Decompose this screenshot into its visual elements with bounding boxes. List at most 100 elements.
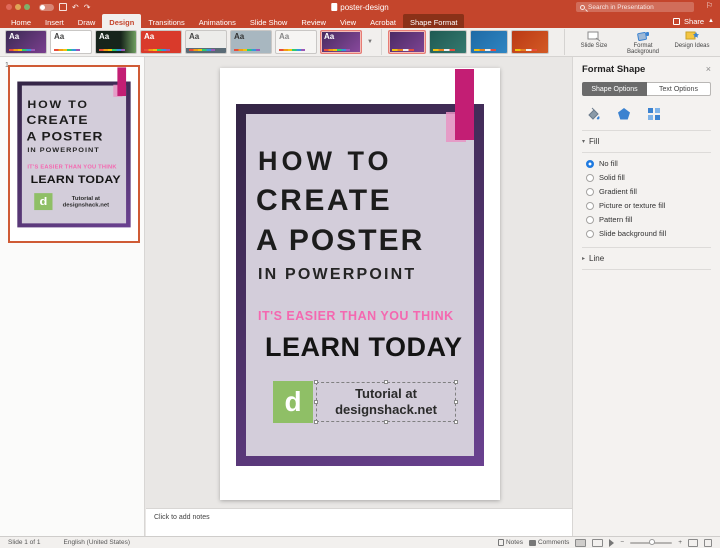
tab-shape-format[interactable]: Shape Format [403, 14, 465, 28]
zoom-in-button[interactable]: + [678, 539, 682, 546]
autosave-toggle[interactable] [39, 4, 54, 11]
selection-handle[interactable] [314, 420, 318, 424]
theme-gallery-dropdown-icon[interactable]: ▼ [365, 30, 375, 54]
theme-thumbnail-6[interactable]: Aa [230, 30, 272, 54]
poster-tagline: IT'S EASIER THAN YOU THINK [27, 164, 116, 170]
tab-view[interactable]: View [333, 14, 363, 28]
line-section-header[interactable]: ▸ Line [582, 248, 711, 270]
fit-slide-to-window-button[interactable] [688, 539, 698, 547]
variant-thumbnail-teal[interactable] [429, 30, 467, 54]
undo-icon[interactable]: ↶ [72, 3, 79, 12]
tab-review[interactable]: Review [294, 14, 333, 28]
variant-thumbnail-blue[interactable] [470, 30, 508, 54]
tab-shape-options[interactable]: Shape Options [582, 82, 647, 96]
share-button[interactable]: Share ▲ [673, 14, 716, 28]
slide-size-button[interactable]: Slide Size [571, 29, 617, 50]
tab-home[interactable]: Home [4, 14, 38, 28]
tab-insert[interactable]: Insert [38, 14, 71, 28]
design-ideas-button[interactable]: Design Ideas [669, 29, 715, 50]
theme-palette-dots [99, 49, 125, 51]
theme-thumbnail-4[interactable]: Aa [140, 30, 182, 54]
variant-palette-dots [474, 49, 496, 51]
format-background-button[interactable]: Format Background [620, 29, 666, 56]
slide-1-thumbnail[interactable]: HOW TO CREATE A POSTER IN POWERPOINT IT'… [8, 65, 140, 243]
selection-handle[interactable] [384, 380, 388, 384]
comments-toggle-button[interactable]: Comments [529, 539, 569, 546]
radio-solid-fill[interactable]: Solid fill [586, 173, 711, 182]
selection-handle[interactable] [314, 400, 318, 404]
radio-icon [586, 174, 594, 182]
poster-title-line3[interactable]: A POSTER [256, 224, 424, 258]
radio-picture-texture-fill[interactable]: Picture or texture fill [586, 201, 711, 210]
minimize-window-button[interactable] [15, 4, 21, 10]
selection-handle[interactable] [454, 420, 458, 424]
window-controls [6, 4, 30, 10]
search-placeholder: Search in Presentation [588, 4, 654, 11]
close-window-button[interactable] [6, 4, 12, 10]
notes-toggle-button[interactable]: Notes [498, 539, 523, 546]
slide-info: Slide 1 of 1 [8, 539, 41, 546]
poster-title-line2[interactable]: CREATE [256, 184, 392, 218]
poster-tagline[interactable]: IT'S EASIER THAN YOU THINK [258, 309, 454, 323]
poster-title-line1[interactable]: HOW TO [258, 146, 393, 177]
tab-slide-show[interactable]: Slide Show [243, 14, 295, 28]
tab-acrobat[interactable]: Acrobat [363, 14, 403, 28]
search-input[interactable]: Search in Presentation [576, 2, 694, 12]
designshack-logo: d [34, 193, 52, 210]
theme-thumbnail-selected[interactable]: Aa [320, 30, 362, 54]
theme-thumbnail-7[interactable]: Aa [275, 30, 317, 54]
close-panel-icon[interactable]: × [706, 65, 711, 74]
notifications-icon[interactable]: ⚐ [706, 1, 713, 10]
theme-palette-dots [9, 49, 35, 51]
designshack-logo[interactable]: d [273, 381, 313, 423]
format-panel-icon-row [582, 105, 711, 131]
zoom-slider[interactable] [630, 542, 672, 544]
ribbon-tape-dark [117, 67, 126, 96]
poster-cta[interactable]: LEARN TODAY [265, 332, 463, 363]
poster-title-line4[interactable]: IN POWERPOINT [258, 266, 416, 284]
selection-handle[interactable] [454, 380, 458, 384]
slide-editing-surface[interactable]: HOW TO CREATE A POSTER IN POWERPOINT IT'… [220, 68, 500, 500]
theme-thumbnail-5[interactable]: Aa [185, 30, 227, 54]
ribbon-tape-dark-shape[interactable] [455, 69, 474, 140]
zoom-out-button[interactable]: − [620, 539, 624, 546]
radio-slide-background-fill[interactable]: Slide background fill [586, 229, 711, 238]
titlebar: ↶ ↷ poster-design Search in Presentation… [0, 0, 720, 14]
save-icon[interactable] [59, 3, 67, 11]
tab-animations[interactable]: Animations [192, 14, 243, 28]
tab-design[interactable]: Design [102, 14, 141, 28]
tab-transitions[interactable]: Transitions [141, 14, 191, 28]
variant-thumbnail-orange[interactable] [511, 30, 549, 54]
design-ideas-label: Design Ideas [674, 43, 709, 50]
variant-thumbnail-selected[interactable] [388, 30, 426, 54]
share-label: Share [684, 17, 704, 26]
zoom-window-button[interactable] [24, 4, 30, 10]
theme-thumbnail-2[interactable]: Aa [50, 30, 92, 54]
radio-pattern-fill[interactable]: Pattern fill [586, 215, 711, 224]
theme-thumbnail-1[interactable]: Aa [5, 30, 47, 54]
full-screen-button[interactable] [704, 539, 712, 547]
poster-credit-textbox-selected[interactable]: Tutorial at designshack.net [316, 382, 456, 422]
tab-draw[interactable]: Draw [71, 14, 103, 28]
radio-gradient-fill[interactable]: Gradient fill [586, 187, 711, 196]
selection-handle[interactable] [384, 420, 388, 424]
selection-handle[interactable] [314, 380, 318, 384]
tab-text-options[interactable]: Text Options [647, 82, 711, 96]
normal-view-button[interactable] [575, 539, 586, 547]
collapse-ribbon-icon[interactable]: ▲ [708, 18, 714, 24]
disclosure-triangle-icon: ▸ [582, 255, 585, 262]
zoom-slider-knob[interactable] [649, 539, 655, 545]
theme-thumbnail-3[interactable]: Aa [95, 30, 137, 54]
slideshow-play-button[interactable] [609, 539, 614, 547]
effects-icon[interactable] [617, 107, 631, 121]
radio-no-fill[interactable]: No fill [586, 159, 711, 168]
size-properties-icon[interactable] [647, 107, 661, 121]
language-selector[interactable]: English (United States) [64, 539, 130, 546]
notes-pane[interactable]: Click to add notes [146, 508, 572, 536]
redo-icon[interactable]: ↷ [84, 3, 91, 12]
fill-section-header[interactable]: ▾ Fill [582, 131, 711, 153]
fill-bucket-icon[interactable] [586, 107, 601, 121]
poster-title-line2: CREATE [26, 114, 88, 128]
selection-handle[interactable] [454, 400, 458, 404]
slide-sorter-view-button[interactable] [592, 539, 603, 547]
